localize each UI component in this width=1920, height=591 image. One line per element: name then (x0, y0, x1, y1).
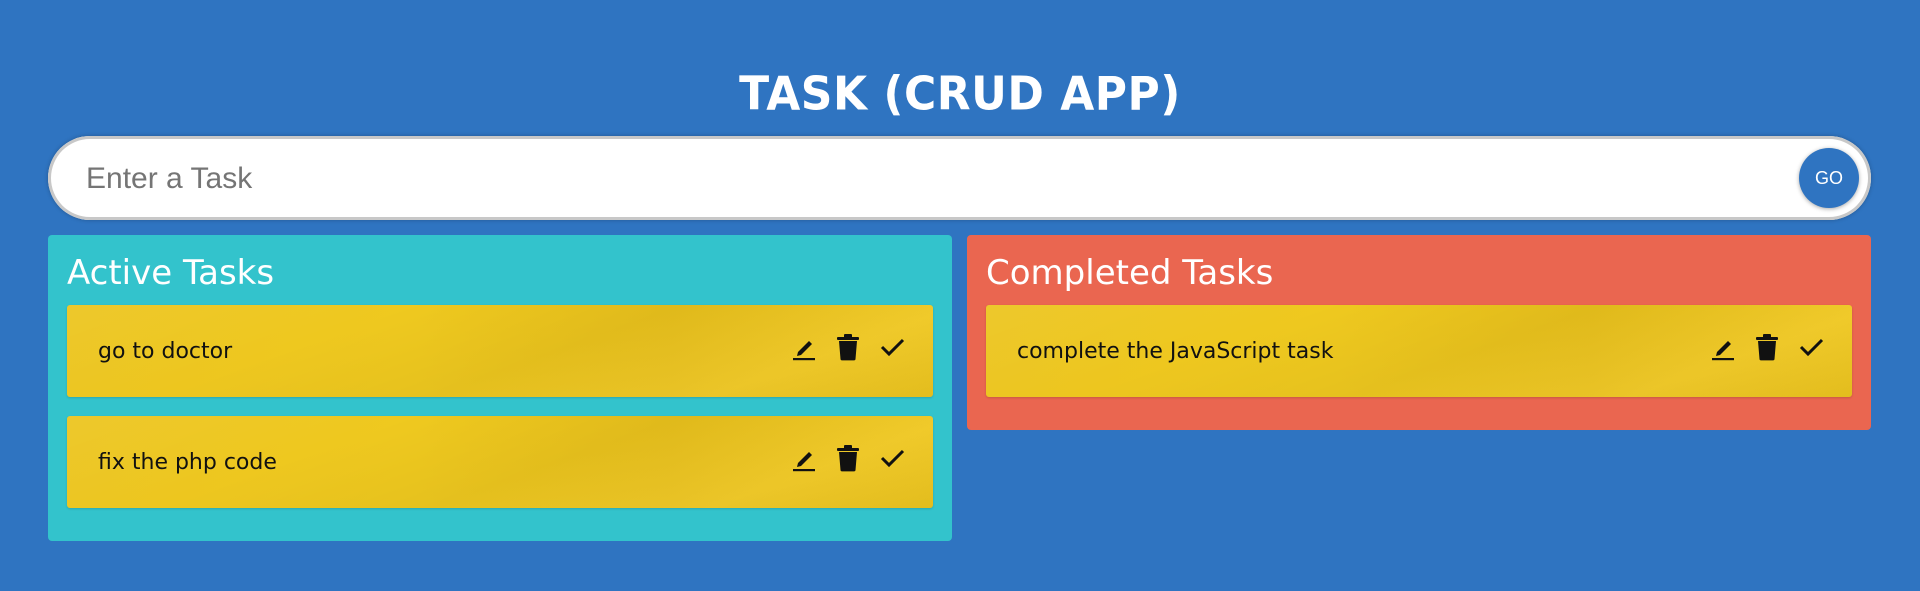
task-actions (775, 443, 907, 473)
task-actions (1694, 332, 1826, 362)
task-item: complete the JavaScript task (986, 305, 1852, 397)
completed-tasks-panel: Completed Tasks complete the JavaScript … (967, 235, 1871, 430)
checkmark-icon (880, 338, 905, 357)
complete-task-button[interactable] (1796, 332, 1826, 362)
trash-icon (1756, 334, 1778, 361)
delete-task-button[interactable] (833, 332, 863, 362)
complete-task-button[interactable] (877, 443, 907, 473)
task-text: complete the JavaScript task (1017, 339, 1334, 364)
edit-task-button[interactable] (1708, 332, 1738, 362)
complete-task-button[interactable] (877, 332, 907, 362)
edit-task-button[interactable] (789, 443, 819, 473)
completed-tasks-title: Completed Tasks (986, 253, 1274, 293)
completed-task-list: complete the JavaScript task (986, 305, 1852, 397)
trash-icon (837, 334, 859, 361)
go-button[interactable]: GO (1799, 148, 1859, 208)
active-task-list: go to doctor fix the php code (67, 305, 933, 508)
task-text: go to doctor (98, 339, 233, 364)
delete-task-button[interactable] (833, 443, 863, 473)
task-text: fix the php code (98, 450, 277, 475)
task-form: GO (48, 136, 1871, 220)
pencil-edit-icon (793, 341, 815, 361)
trash-icon (837, 445, 859, 472)
pencil-edit-icon (1712, 341, 1734, 361)
delete-task-button[interactable] (1752, 332, 1782, 362)
task-input[interactable] (84, 150, 1728, 208)
checkmark-icon (1799, 338, 1824, 357)
pencil-edit-icon (793, 452, 815, 472)
active-tasks-panel: Active Tasks go to doctor fix the php co… (48, 235, 952, 541)
checkmark-icon (880, 449, 905, 468)
active-tasks-title: Active Tasks (67, 253, 275, 293)
edit-task-button[interactable] (789, 332, 819, 362)
task-actions (775, 332, 907, 362)
app-title: TASK (CRUD APP) (739, 68, 1181, 122)
task-item: go to doctor (67, 305, 933, 397)
task-item: fix the php code (67, 416, 933, 508)
